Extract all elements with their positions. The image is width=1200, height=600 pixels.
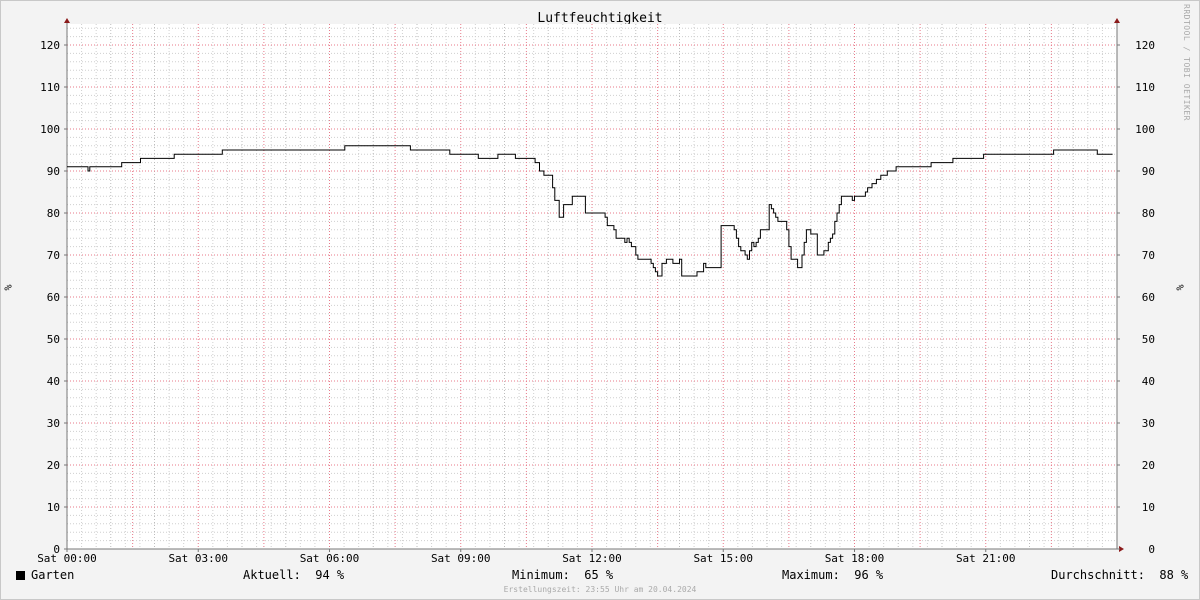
x-tick-label: Sat 15:00 (693, 552, 753, 565)
legend-current: Aktuell: 94 % (243, 568, 344, 582)
legend-max-value: 96 % (854, 568, 884, 582)
legend-current-value: 94 % (315, 568, 345, 582)
y-tick-label-left: 80 (47, 207, 60, 220)
y-tick-label-right: 40 (1142, 375, 1155, 388)
y-tick-label-right: 60 (1142, 291, 1155, 304)
humidity-chart: 0 10 20 30 40 50 60 70 80 90 100 110 120 0 10 20 30 40 50… (37, 18, 1155, 565)
y-tick-label-right: 70 (1142, 249, 1155, 262)
legend-min-value: 65 % (584, 568, 614, 582)
y-tick-label-right: 110 (1135, 81, 1155, 94)
legend-min-label: Minimum: (512, 568, 570, 582)
y-tick-label-left: 120 (40, 39, 60, 52)
y-tick-label-left: 10 (47, 501, 60, 514)
x-tick-label: Sat 03:00 (168, 552, 228, 565)
y-tick-label-left: 70 (47, 249, 60, 262)
y-tick-label-right: 120 (1135, 39, 1155, 52)
legend-swatch (16, 571, 25, 580)
legend-series-name: Garten (31, 568, 75, 582)
y-tick-label-right: 100 (1135, 123, 1155, 136)
y-tick-labels-left: 0102030405060708090100110120 (40, 39, 60, 556)
x-tick-label: Sat 06:00 (300, 552, 360, 565)
y-tick-label-right: 10 (1142, 501, 1155, 514)
y-tick-label-right: 80 (1142, 207, 1155, 220)
y-tick-label-right: 50 (1142, 333, 1155, 346)
y-tick-label-left: 110 (40, 81, 60, 94)
y-axis-arrow-right (1114, 18, 1120, 23)
x-tick-label: Sat 21:00 (956, 552, 1016, 565)
legend-average: Durchschnitt: 88 % (1051, 568, 1188, 582)
x-tick-label: Sat 09:00 (431, 552, 491, 565)
legend-current-label: Aktuell: (243, 568, 301, 582)
creation-time-footer: Erstellungszeit: 23:55 Uhr am 20.04.2024 (503, 585, 697, 594)
y-tick-label-left: 100 (40, 123, 60, 136)
x-tick-label: Sat 00:00 (37, 552, 97, 565)
y-axis-arrow-left (64, 18, 70, 23)
x-tick-label: Sat 12:00 (562, 552, 622, 565)
legend-avg-value: 88 % (1159, 568, 1189, 582)
x-tick-label: Sat 18:00 (825, 552, 885, 565)
legend-minimum: Minimum: 65 % (512, 568, 613, 582)
y-tick-label-right: 90 (1142, 165, 1155, 178)
y-tick-label-left: 30 (47, 417, 60, 430)
y-tick-label-left: 20 (47, 459, 60, 472)
y-tick-label-right: 30 (1142, 417, 1155, 430)
y-tick-label-right: 20 (1142, 459, 1155, 472)
y-tick-label-right: 0 (1148, 543, 1155, 556)
legend-max-label: Maximum: (782, 568, 840, 582)
legend-series: Garten (16, 568, 74, 582)
x-tick-labels: Sat 00:00 Sat 03:00 Sat 06:00 Sat 09:00 Sat … (37, 552, 1015, 565)
y-tick-label-left: 60 (47, 291, 60, 304)
y-tick-label-left: 50 (47, 333, 60, 346)
y-tick-label-left: 90 (47, 165, 60, 178)
legend-avg-label: Durchschnitt: (1051, 568, 1145, 582)
y-tick-label-left: 40 (47, 375, 60, 388)
y-tick-labels-right: 0 10 20 30 40 50 60 70 80 90 100 110 120 (1135, 39, 1155, 556)
legend-maximum: Maximum: 96 % (782, 568, 883, 582)
